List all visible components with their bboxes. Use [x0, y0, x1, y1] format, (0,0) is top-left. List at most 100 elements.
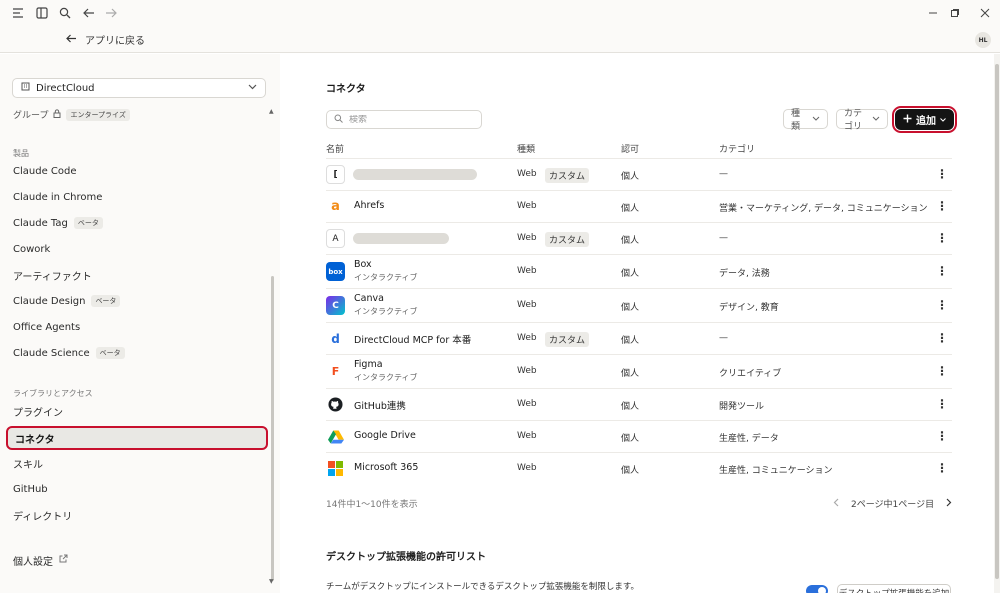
table-row[interactable]: GitHub連携 Web 個人 開発ツール ⋮ [326, 388, 952, 420]
row-menu-icon[interactable]: ⋮ [936, 429, 948, 443]
building-icon [21, 82, 30, 94]
back-arrow-icon[interactable] [81, 5, 97, 21]
lock-icon [53, 108, 61, 121]
allowlist-description: チームがデスクトップにインストールできるデスクトップ拡張機能を制限します。 [326, 582, 640, 592]
canva-logo-icon: C [326, 296, 345, 315]
close-icon[interactable] [977, 5, 993, 21]
sidebar-item-claude-design[interactable]: Claude Design ベータ [6, 290, 268, 312]
table-row[interactable]: A Web カスタム 個人 — ⋮ [326, 222, 952, 254]
plus-icon [903, 114, 912, 126]
category-filter-button[interactable]: カテゴリ [836, 109, 888, 132]
row-menu-icon[interactable]: ⋮ [936, 167, 948, 181]
beta-badge: ベータ [73, 217, 103, 229]
org-select[interactable]: DirectCloud [12, 78, 266, 98]
row-menu-icon[interactable]: ⋮ [936, 199, 948, 213]
row-menu-icon[interactable]: ⋮ [936, 331, 948, 345]
pagination: 2ページ中1ページ目 [833, 497, 952, 510]
sidebar-item-claude-code[interactable]: Claude Code [6, 160, 268, 182]
next-page-icon[interactable] [946, 498, 952, 510]
type-filter-button[interactable]: 種類 [783, 109, 828, 132]
back-to-app-link[interactable]: アプリに戻る [66, 32, 145, 47]
sidebar-item-artifacts[interactable]: アーティファクト [6, 264, 268, 286]
plan-badge: エンタープライズ [66, 108, 130, 121]
directcloud-logo-icon: d [326, 329, 345, 348]
page-title: コネクタ [326, 84, 366, 95]
row-menu-icon[interactable]: ⋮ [936, 231, 948, 245]
column-header-type: 種類 [517, 145, 536, 155]
column-header-name: 名前 [326, 145, 345, 155]
column-header-auth: 認可 [621, 145, 640, 155]
result-count: 14件中1〜10件を表示 [326, 500, 418, 510]
sidebar-item-office-agents[interactable]: Office Agents [6, 316, 268, 338]
sidebar-item-claude-tag[interactable]: Claude Tag ベータ [6, 212, 268, 234]
figma-logo-icon: F [326, 362, 345, 381]
restore-icon[interactable] [947, 5, 963, 21]
table-row[interactable]: [ Web カスタム 個人 — ⋮ [326, 158, 952, 190]
sidebar-toggle-icon[interactable] [34, 5, 50, 21]
add-connector-button[interactable]: 追加 [892, 106, 957, 133]
sidebar-item-personal-settings[interactable]: 個人設定 [6, 549, 268, 571]
scroll-down-arrow-icon[interactable]: ▼ [269, 578, 274, 585]
scroll-up-arrow-icon[interactable]: ▲ [269, 108, 274, 115]
add-extension-button[interactable]: デスクトップ拡張機能を追加 [837, 584, 951, 593]
row-menu-icon[interactable]: ⋮ [936, 298, 948, 312]
custom-badge: カスタム [545, 168, 590, 183]
table-row[interactable]: F Figma インタラクティブ Web 個人 クリエイティブ ⋮ [326, 354, 952, 388]
group-label: グループ [13, 111, 49, 121]
connector-logo-icon: [ [326, 165, 345, 184]
google-drive-logo-icon [326, 427, 345, 446]
sidebar-scrollbar[interactable] [271, 276, 274, 581]
external-link-icon [59, 554, 68, 566]
section-label-products: 製品 [13, 149, 29, 158]
arrow-left-icon [66, 34, 77, 46]
main-scrollbar-thumb[interactable] [995, 64, 999, 579]
beta-badge: ベータ [91, 295, 121, 307]
table-row[interactable]: box Box インタラクティブ Web 個人 データ, 法務 ⋮ [326, 254, 952, 288]
connector-logo-icon: A [326, 229, 345, 248]
back-row: アプリに戻る HL [0, 26, 1000, 53]
sidebar-item-skills[interactable]: スキル [6, 452, 268, 474]
beta-badge: ベータ [95, 347, 125, 359]
sidebar-item-cowork[interactable]: Cowork [6, 238, 268, 260]
table-row[interactable]: a Ahrefs Web 個人 営業・マーケティング, データ, コミュニケーシ… [326, 190, 952, 222]
redacted-name-bar [353, 233, 449, 244]
main-content: コネクタ 種類 カテゴリ 追加 名前 種類 認可 カテゴリ [ Web カスタム… [280, 54, 994, 593]
main-scrollbar[interactable] [994, 54, 1000, 593]
custom-badge: カスタム [545, 332, 590, 347]
column-header-category: カテゴリ [719, 145, 756, 155]
chevron-down-icon [812, 114, 820, 124]
sidebar-item-directory[interactable]: ディレクトリ [6, 504, 268, 526]
back-to-app-label: アプリに戻る [85, 36, 145, 47]
row-menu-icon[interactable]: ⋮ [936, 461, 948, 475]
sidebar-item-claude-science[interactable]: Claude Science ベータ [6, 342, 268, 364]
search-icon[interactable] [57, 5, 73, 21]
sidebar-item-github[interactable]: GitHub [6, 478, 268, 500]
allowlist-title: デスクトップ拡張機能の許可リスト [326, 552, 486, 563]
search-box[interactable] [326, 110, 482, 129]
prev-page-icon[interactable] [833, 498, 839, 510]
row-menu-icon[interactable]: ⋮ [936, 364, 948, 378]
table-row[interactable]: Google Drive Web 個人 生産性, データ ⋮ [326, 420, 952, 452]
table-row[interactable]: Microsoft 365 Web 個人 生産性, コミュニケーション ⋮ [326, 452, 952, 484]
ahrefs-logo-icon: a [326, 197, 345, 216]
minimize-icon[interactable] [925, 5, 941, 21]
group-row: グループ エンタープライズ [13, 108, 130, 121]
table-row[interactable]: C Canva インタラクティブ Web 個人 デザイン, 教育 ⋮ [326, 288, 952, 322]
sidebar-item-plugins[interactable]: プラグイン [6, 400, 268, 422]
box-logo-icon: box [326, 262, 345, 281]
forward-arrow-icon[interactable] [103, 5, 119, 21]
section-label-library: ライブラリとアクセス [13, 389, 93, 398]
row-menu-icon[interactable]: ⋮ [936, 397, 948, 411]
chevron-down-icon [872, 114, 880, 124]
menu-icon[interactable] [10, 5, 26, 21]
allowlist-toggle[interactable] [806, 585, 828, 593]
avatar[interactable]: HL [975, 32, 991, 48]
sidebar-item-connectors[interactable]: コネクタ [6, 426, 268, 450]
table-row[interactable]: d DirectCloud MCP for 本番 Web カスタム 個人 — ⋮ [326, 322, 952, 354]
search-input[interactable] [349, 114, 469, 125]
org-name: DirectCloud [36, 82, 95, 94]
sidebar: DirectCloud グループ エンタープライズ ▲ 製品 Claude Co… [0, 54, 280, 593]
row-menu-icon[interactable]: ⋮ [936, 264, 948, 278]
sidebar-item-claude-in-chrome[interactable]: Claude in Chrome [6, 186, 268, 208]
page-indicator: 2ページ中1ページ目 [851, 500, 935, 510]
